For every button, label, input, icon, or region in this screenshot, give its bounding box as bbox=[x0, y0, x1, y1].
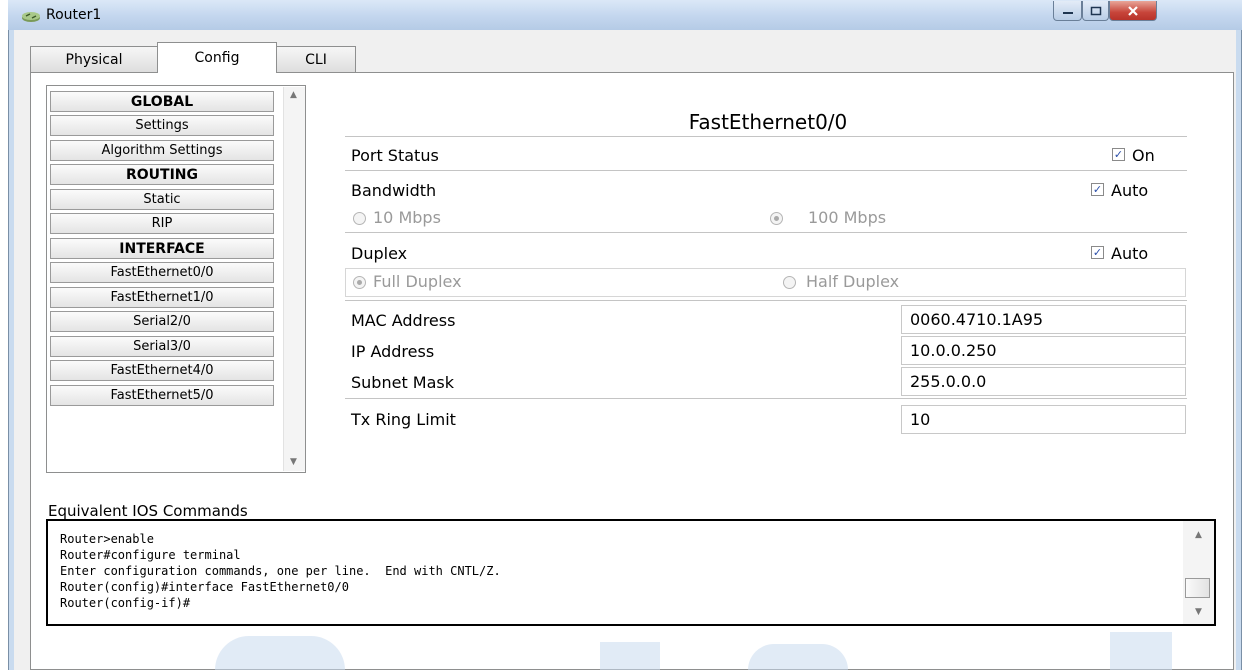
scroll-up-icon[interactable]: ▲ bbox=[1188, 528, 1209, 542]
divider bbox=[345, 300, 1187, 301]
menu-item-fastethernet4-0[interactable]: FastEthernet4/0 bbox=[50, 360, 274, 381]
port-status-on-label: On bbox=[1132, 146, 1155, 165]
half-duplex-label: Half Duplex bbox=[806, 272, 900, 291]
checkmark-icon: ✓ bbox=[1113, 148, 1124, 161]
tx-ring-limit-label: Tx Ring Limit bbox=[351, 410, 456, 429]
router-icon bbox=[22, 12, 40, 22]
half-duplex-radio[interactable] bbox=[783, 276, 796, 289]
menu-header-interface[interactable]: INTERFACE bbox=[50, 238, 274, 259]
minimize-button[interactable] bbox=[1053, 1, 1082, 21]
menu-item-fastethernet5-0[interactable]: FastEthernet5/0 bbox=[50, 385, 274, 406]
menu-item-rip[interactable]: RIP bbox=[50, 213, 274, 234]
bandwidth-label: Bandwidth bbox=[351, 181, 437, 200]
mac-address-label: MAC Address bbox=[351, 311, 456, 330]
port-status-label: Port Status bbox=[351, 146, 439, 165]
watermark-shape bbox=[600, 642, 660, 670]
full-duplex-label: Full Duplex bbox=[373, 272, 462, 291]
ios-commands-label: Equivalent IOS Commands bbox=[48, 502, 248, 520]
divider bbox=[345, 170, 1187, 171]
scroll-down-icon[interactable]: ▼ bbox=[1188, 605, 1209, 619]
port-status-checkbox[interactable]: ✓ bbox=[1112, 148, 1125, 161]
subnet-mask-field[interactable]: 255.0.0.0 bbox=[901, 367, 1186, 396]
watermark-shape bbox=[748, 644, 848, 670]
scroll-up-icon[interactable]: ▲ bbox=[283, 88, 304, 102]
tx-ring-limit-field[interactable]: 10 bbox=[901, 405, 1186, 434]
menu-scrollbar[interactable] bbox=[283, 87, 305, 471]
menu-item-settings[interactable]: Settings bbox=[50, 115, 274, 136]
divider bbox=[345, 232, 1187, 233]
checkmark-icon: ✓ bbox=[1092, 246, 1103, 259]
ip-address-field[interactable]: 10.0.0.250 bbox=[901, 336, 1186, 365]
maximize-icon bbox=[1090, 6, 1101, 15]
menu-item-fastethernet1-0[interactable]: FastEthernet1/0 bbox=[50, 287, 274, 308]
divider bbox=[345, 398, 1187, 399]
ios-scroll-thumb[interactable] bbox=[1185, 578, 1210, 598]
checkmark-icon: ✓ bbox=[1092, 183, 1103, 196]
maximize-button[interactable] bbox=[1082, 1, 1109, 21]
mac-address-field[interactable]: 0060.4710.1A95 bbox=[901, 305, 1186, 334]
ios-commands-text: Router>enable Router#configure terminal … bbox=[60, 532, 501, 610]
tab-cli[interactable]: CLI bbox=[276, 46, 356, 72]
duplex-options-box bbox=[345, 268, 1186, 297]
duplex-label: Duplex bbox=[351, 244, 408, 263]
close-button[interactable] bbox=[1109, 1, 1157, 21]
bandwidth-100-radio[interactable] bbox=[770, 212, 783, 225]
tab-config[interactable]: Config bbox=[157, 42, 277, 73]
minimize-icon bbox=[1062, 11, 1073, 14]
tab-physical[interactable]: Physical bbox=[30, 46, 158, 72]
menu-item-algorithm-settings[interactable]: Algorithm Settings bbox=[50, 140, 274, 161]
duplex-auto-checkbox[interactable]: ✓ bbox=[1091, 246, 1104, 259]
menu-header-routing[interactable]: ROUTING bbox=[50, 164, 274, 185]
close-icon bbox=[1128, 5, 1138, 16]
subnet-mask-label: Subnet Mask bbox=[351, 373, 455, 392]
bandwidth-auto-checkbox[interactable]: ✓ bbox=[1091, 183, 1104, 196]
bandwidth-auto-label: Auto bbox=[1111, 181, 1149, 200]
menu-header-global[interactable]: GLOBAL bbox=[50, 91, 274, 112]
watermark-shape bbox=[1110, 632, 1172, 670]
bandwidth-100-label: 100 Mbps bbox=[808, 208, 887, 227]
window-title: Router1 bbox=[46, 7, 102, 23]
menu-item-serial2-0[interactable]: Serial2/0 bbox=[50, 311, 274, 332]
ip-address-label: IP Address bbox=[351, 342, 435, 361]
full-duplex-radio[interactable] bbox=[353, 276, 366, 289]
watermark-shape bbox=[215, 636, 345, 670]
bandwidth-10-label: 10 Mbps bbox=[373, 208, 441, 227]
interface-title: FastEthernet0/0 bbox=[688, 110, 848, 134]
menu-item-static[interactable]: Static bbox=[50, 189, 274, 210]
scroll-down-icon[interactable]: ▼ bbox=[283, 455, 304, 469]
duplex-auto-label: Auto bbox=[1111, 244, 1149, 263]
bandwidth-10-radio[interactable] bbox=[353, 212, 366, 225]
divider bbox=[345, 136, 1187, 137]
menu-item-serial3-0[interactable]: Serial3/0 bbox=[50, 336, 274, 357]
menu-item-fastethernet0-0[interactable]: FastEthernet0/0 bbox=[50, 262, 274, 283]
